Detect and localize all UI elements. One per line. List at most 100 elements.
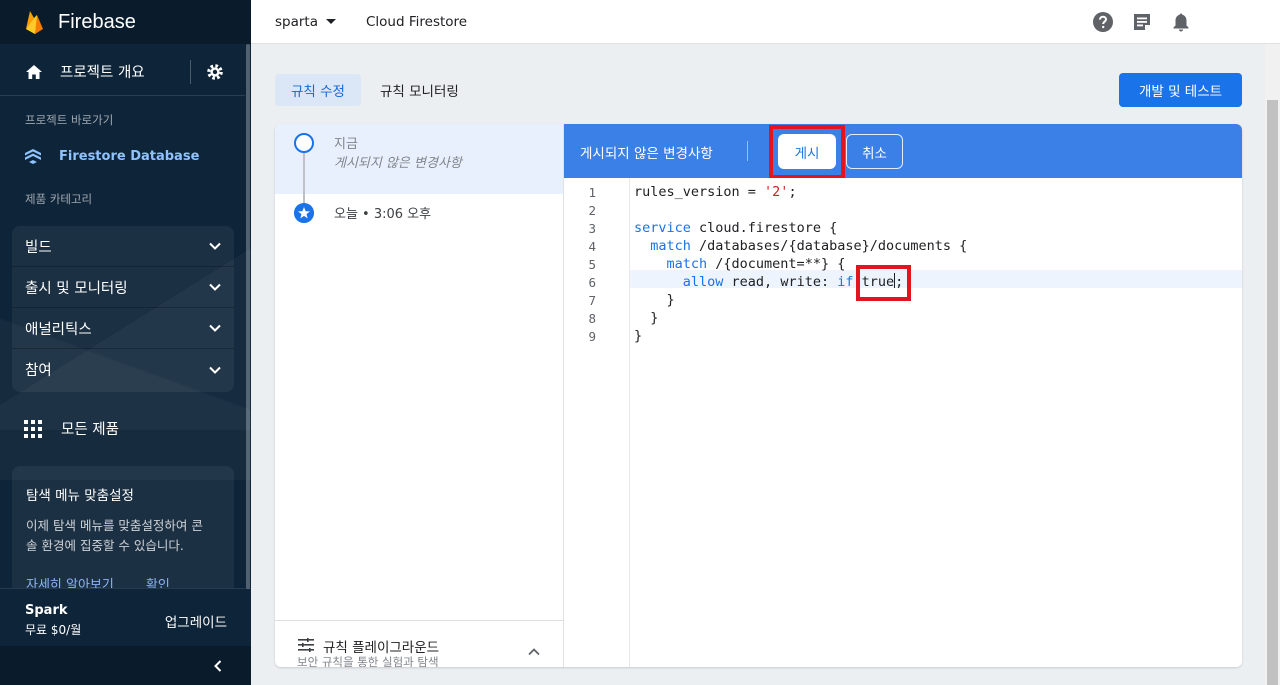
sidebar-category-engage[interactable]: 참여	[12, 349, 234, 390]
home-icon	[26, 64, 42, 79]
help-icon[interactable]	[1092, 11, 1114, 33]
page-scrollbar-thumb[interactable]	[1267, 100, 1278, 685]
history-now-title: 지금	[334, 137, 358, 152]
category-label: 빌드	[25, 239, 52, 256]
code-token: /databases/{database}/documents {	[690, 238, 968, 254]
sidebar-category-release[interactable]: 출시 및 모니터링	[12, 267, 234, 308]
chevron-down-icon	[209, 366, 221, 374]
project-overview-label: 프로젝트 개요	[60, 65, 145, 81]
code-keyword: match	[666, 256, 708, 272]
chevron-up-icon[interactable]	[527, 645, 541, 659]
code-token: ;	[788, 184, 797, 200]
playground-subtitle: 보안 규칙을 통한 실험과 탐색	[297, 655, 439, 667]
apps-grid-icon	[24, 419, 42, 438]
all-products[interactable]: 모든 제품	[24, 418, 119, 439]
unpublished-changes-banner: 게시되지 않은 변경사항 게시 취소	[564, 124, 1242, 179]
line-number: 6	[588, 275, 596, 290]
playground-title: 규칙 플레이그라운드	[323, 640, 440, 656]
chevron-down-icon	[209, 324, 221, 332]
line-number: 4	[588, 239, 596, 254]
divider	[190, 59, 191, 84]
caret-down-icon	[326, 19, 336, 24]
category-label: 참여	[25, 363, 52, 379]
tab-edit-rules[interactable]: 규칙 수정	[275, 74, 361, 106]
firestore-icon	[25, 149, 41, 164]
plan-section: Spark 무료 $0/월 업그레이드	[0, 588, 251, 646]
history-item-today[interactable]: 오늘 • 3:06 오후	[334, 203, 431, 222]
rules-code-editor[interactable]: 1 2 3 4 5 6 7 8 9 rules_version = '2'; s…	[564, 178, 1242, 667]
project-selector[interactable]: sparta	[275, 14, 336, 30]
project-overview[interactable]: 프로젝트 개요	[0, 48, 245, 96]
code-line-1: rules_version = '2';	[634, 183, 797, 201]
code-line-7: }	[634, 292, 675, 308]
code-line-3: service cloud.firestore {	[634, 219, 837, 237]
category-label: 출시 및 모니터링	[25, 280, 128, 297]
code-keyword: allow	[682, 274, 724, 290]
gear-icon[interactable]	[205, 62, 225, 82]
divider	[747, 141, 748, 161]
sidebar-category-build[interactable]: 빌드	[12, 226, 234, 267]
tune-sliders-icon	[298, 638, 314, 652]
line-number: 5	[588, 257, 596, 272]
line-number: 9	[588, 329, 596, 344]
code-keyword: if	[837, 274, 854, 290]
code-token: cloud.firestore {	[690, 220, 838, 236]
all-products-label: 모든 제품	[61, 422, 119, 438]
tab-monitor-rules[interactable]: 규칙 모니터링	[364, 74, 475, 106]
project-name: sparta	[275, 13, 318, 30]
code-line-9: }	[634, 328, 643, 344]
sidebar-category-analytics[interactable]: 애널리틱스	[12, 308, 234, 349]
develop-and-test-button[interactable]: 개발 및 테스트	[1119, 73, 1242, 107]
line-number: 3	[588, 221, 596, 236]
star-circle-icon	[294, 203, 314, 223]
line-number: 7	[588, 293, 596, 308]
chevron-left-icon	[214, 660, 222, 672]
rules-playground[interactable]: 규칙 플레이그라운드 보안 규칙을 통한 실험과 탐색	[275, 620, 563, 667]
promo-title: 탐색 메뉴 맞춤설정	[26, 488, 134, 504]
cancel-button[interactable]: 취소	[846, 134, 903, 169]
firebase-brand[interactable]: Firebase	[0, 0, 251, 44]
collapse-sidebar-button[interactable]	[0, 646, 251, 685]
firestore-label: Firestore Database	[59, 148, 200, 164]
line-number: 2	[588, 203, 596, 218]
highlight-box-true	[856, 265, 911, 301]
history-circle-icon	[294, 133, 314, 153]
code-token: rules_version =	[634, 184, 765, 200]
code-keyword: service	[634, 220, 691, 236]
sidebar-scrollbar[interactable]	[246, 44, 250, 589]
code-string: '2'	[764, 184, 789, 200]
category-label: 애널리틱스	[25, 321, 92, 338]
history-now-subtitle: 게시되지 않은 변경사항	[334, 156, 462, 171]
notifications-bell-icon[interactable]	[1170, 11, 1192, 33]
upgrade-button[interactable]: 업그레이드	[165, 611, 227, 631]
line-number: 1	[588, 185, 596, 200]
line-number: 8	[588, 311, 596, 326]
sidebar-item-firestore[interactable]: Firestore Database	[24, 147, 199, 165]
promo-body-line2: 솔 환경에 집중할 수 있습니다.	[26, 538, 184, 553]
firebase-logo-icon	[26, 11, 43, 34]
code-keyword: match	[650, 238, 691, 254]
chevron-down-icon	[209, 283, 221, 291]
code-line-4: match /databases/{database}/documents {	[634, 237, 967, 255]
code-token: /{document=**} {	[707, 256, 846, 272]
top-bar: sparta Cloud Firestore	[251, 0, 1280, 44]
code-line-5: match /{document=**} {	[634, 255, 846, 273]
history-item-now[interactable]: 지금 게시되지 않은 변경사항	[275, 124, 563, 194]
sidebar: Firebase 프로젝트 개요 프로젝트 바로가기 Firestore Dat…	[0, 0, 251, 685]
chevron-down-icon	[209, 242, 221, 250]
line-number-gutter: 1 2 3 4 5 6 7 8 9	[564, 178, 630, 667]
breadcrumb-product: Cloud Firestore	[366, 13, 468, 30]
highlight-box-publish	[769, 125, 845, 179]
brand-name: Firebase	[58, 10, 136, 33]
customize-nav-card: 탐색 메뉴 맞춤설정 이제 탐색 메뉴를 맞춤설정하여 콘 솔 환경에 집중할 …	[12, 466, 234, 606]
page-scrollbar[interactable]	[1265, 44, 1280, 685]
code-token: read, write:	[723, 274, 838, 290]
banner-text: 게시되지 않은 변경사항	[580, 146, 713, 162]
release-notes-icon[interactable]	[1131, 11, 1153, 33]
shortcuts-title: 프로젝트 바로가기	[25, 113, 114, 127]
promo-body-line1: 이제 탐색 메뉴를 맞춤설정하여 콘	[26, 518, 203, 533]
rules-history: 지금 게시되지 않은 변경사항 오늘 • 3:06 오후 규칙 플레이그라운드 …	[275, 124, 564, 667]
